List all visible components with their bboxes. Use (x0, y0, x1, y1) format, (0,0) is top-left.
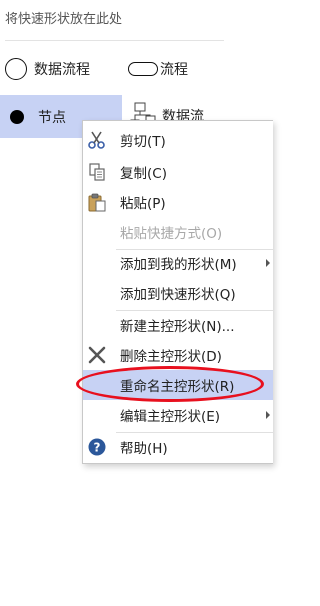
menu-item-new-master[interactable]: 新建主控形状(N)... (83, 310, 273, 340)
menu-item-help[interactable]: ? 帮助(H) (83, 432, 273, 462)
shape-item-label: 流程 (160, 62, 188, 78)
shape-item-process[interactable]: 流程 (128, 55, 188, 83)
menu-item-label: 帮助(H) (120, 441, 168, 457)
menu-item-label: 新建主控形状(N)... (120, 319, 235, 335)
copy-icon (89, 163, 105, 181)
menu-item-add-to-quick-shapes[interactable]: 添加到快速形状(Q) (83, 278, 273, 308)
shapes-pane: 将快速形状放在此处 数据流程 流程 节点 数据流 剪切(T) 复制(C) 粘贴(… (0, 0, 273, 606)
menu-item-paste-shortcut[interactable]: 粘贴快捷方式(O) (83, 217, 273, 247)
menu-item-delete-master[interactable]: 删除主控形状(D) (83, 340, 273, 370)
circle-outline-icon (5, 58, 27, 80)
scissors-icon (88, 131, 105, 149)
menu-item-label: 删除主控形状(D) (120, 349, 222, 365)
hint-divider (5, 40, 224, 41)
menu-item-paste[interactable]: 粘贴(P) (83, 187, 273, 217)
filled-circle-icon (10, 109, 24, 124)
submenu-arrow-icon (266, 259, 270, 267)
submenu-arrow-icon (266, 411, 270, 419)
menu-item-cut[interactable]: 剪切(T) (83, 125, 273, 155)
svg-text:?: ? (94, 441, 101, 455)
menu-item-label: 编辑主控形状(E) (120, 409, 221, 425)
menu-item-rename-master[interactable]: 重命名主控形状(R) (83, 370, 273, 400)
menu-item-add-to-my-shapes[interactable]: 添加到我的形状(M) (83, 248, 273, 278)
menu-item-label: 粘贴快捷方式(O) (120, 226, 223, 242)
menu-item-label: 添加到我的形状(M) (120, 257, 237, 273)
quick-shapes-drop-hint: 将快速形状放在此处 (5, 12, 123, 27)
delete-x-icon (88, 346, 106, 364)
menu-item-label: 复制(C) (120, 166, 167, 182)
shape-item-data-process[interactable]: 数据流程 (5, 55, 90, 83)
context-menu: 剪切(T) 复制(C) 粘贴(P) 粘贴快捷方式(O) 添加到我的形状(M) 添… (82, 120, 273, 464)
clipboard-paste-icon (88, 193, 106, 212)
help-icon: ? (88, 438, 106, 456)
menu-item-edit-master[interactable]: 编辑主控形状(E) (83, 400, 273, 430)
menu-item-label: 添加到快速形状(Q) (120, 287, 236, 303)
shape-item-label: 数据流程 (34, 62, 90, 78)
rounded-rectangle-icon (128, 62, 158, 76)
menu-item-label: 重命名主控形状(R) (120, 379, 235, 395)
menu-item-copy[interactable]: 复制(C) (83, 157, 273, 187)
menu-item-label: 剪切(T) (120, 134, 166, 150)
shape-item-label: 节点 (38, 109, 66, 126)
menu-item-label: 粘贴(P) (120, 196, 166, 212)
